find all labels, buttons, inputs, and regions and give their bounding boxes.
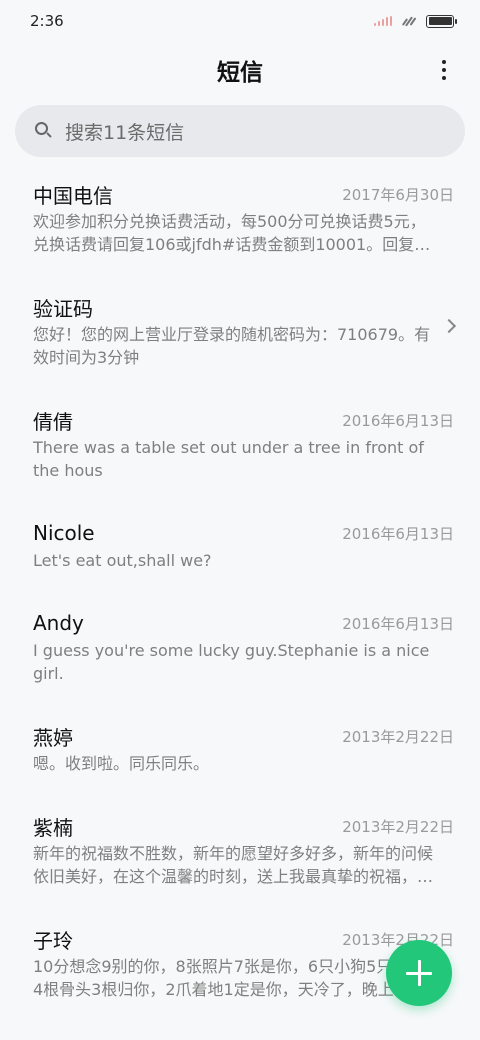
message-sender: 验证码 [33, 296, 93, 321]
message-date: 2016年6月13日 [342, 524, 454, 543]
status-time: 2:36 [30, 12, 64, 30]
message-date: 2017年6月30日 [342, 185, 454, 204]
message-item[interactable]: Andy 2016年6月13日 I guess you're some luck… [0, 607, 480, 720]
message-preview: 您好！您的网上营业厅登录的随机密码为：710679。有效时间为3分钟 [33, 325, 431, 367]
message-list: 中国电信 2017年6月30日 欢迎参加积分兑换话费活动，每500分可兑换话费5… [0, 178, 480, 1013]
message-sender: 子玲 [33, 928, 73, 953]
message-preview: There was a table set out under a tree i… [33, 438, 424, 480]
message-item[interactable]: 中国电信 2017年6月30日 欢迎参加积分兑换话费活动，每500分可兑换话费5… [0, 178, 480, 291]
page-title: 短信 [217, 60, 263, 86]
message-item[interactable]: 燕婷 2013年2月22日 嗯。收到啦。同乐同乐。 [0, 720, 480, 810]
message-preview: 新年的祝福数不胜数，新年的愿望好多好多，新年的问候依旧美好，在这个温馨的时刻，送… [33, 844, 434, 886]
message-sender: Andy [33, 611, 84, 635]
message-item[interactable]: 紫楠 2013年2月22日 新年的祝福数不胜数，新年的愿望好多好多，新年的问候依… [0, 810, 480, 923]
compose-button[interactable] [386, 940, 452, 1006]
message-sender: 紫楠 [33, 815, 73, 840]
signal-icon [374, 16, 392, 26]
message-item[interactable]: 倩倩 2016年6月13日 There was a table set out … [0, 404, 480, 517]
search-bar[interactable]: 搜索11条短信 [15, 105, 465, 157]
message-sender: 燕婷 [33, 725, 73, 750]
more-options-button[interactable] [434, 58, 454, 82]
battery-icon [426, 14, 457, 28]
title-bar: 短信 [0, 42, 480, 98]
message-item[interactable]: Nicole 2016年6月13日 Let's eat out,shall we… [0, 517, 480, 607]
status-bar: 2:36 [0, 0, 480, 42]
more-vert-icon [442, 60, 446, 64]
message-preview: 嗯。收到啦。同乐同乐。 [33, 754, 210, 773]
message-date: 2013年2月22日 [342, 727, 454, 746]
message-preview: Let's eat out,shall we? [33, 551, 212, 570]
message-preview: 10分想念9别的你，8张照片7张是你，6只小狗5只像你，4根骨头3根归你，2爪着… [33, 957, 440, 999]
message-sender: 中国电信 [33, 183, 113, 208]
wifi-off-icon [401, 15, 417, 27]
message-sender: 倩倩 [33, 409, 73, 434]
message-date: 2013年2月22日 [342, 817, 454, 836]
status-icons [374, 14, 457, 28]
message-preview: I guess you're some lucky guy.Stephanie … [33, 641, 430, 683]
search-icon [35, 122, 53, 140]
message-date: 2016年6月13日 [342, 614, 454, 633]
search-placeholder: 搜索11条短信 [65, 121, 185, 144]
message-preview: 欢迎参加积分兑换话费活动，每500分可兑换话费5元，兑换话费请回复106或jfd… [33, 212, 431, 254]
message-item[interactable]: 验证码 您好！您的网上营业厅登录的随机密码为：710679。有效时间为3分钟 [0, 291, 480, 404]
message-sender: Nicole [33, 521, 95, 545]
message-date: 2016年6月13日 [342, 411, 454, 430]
